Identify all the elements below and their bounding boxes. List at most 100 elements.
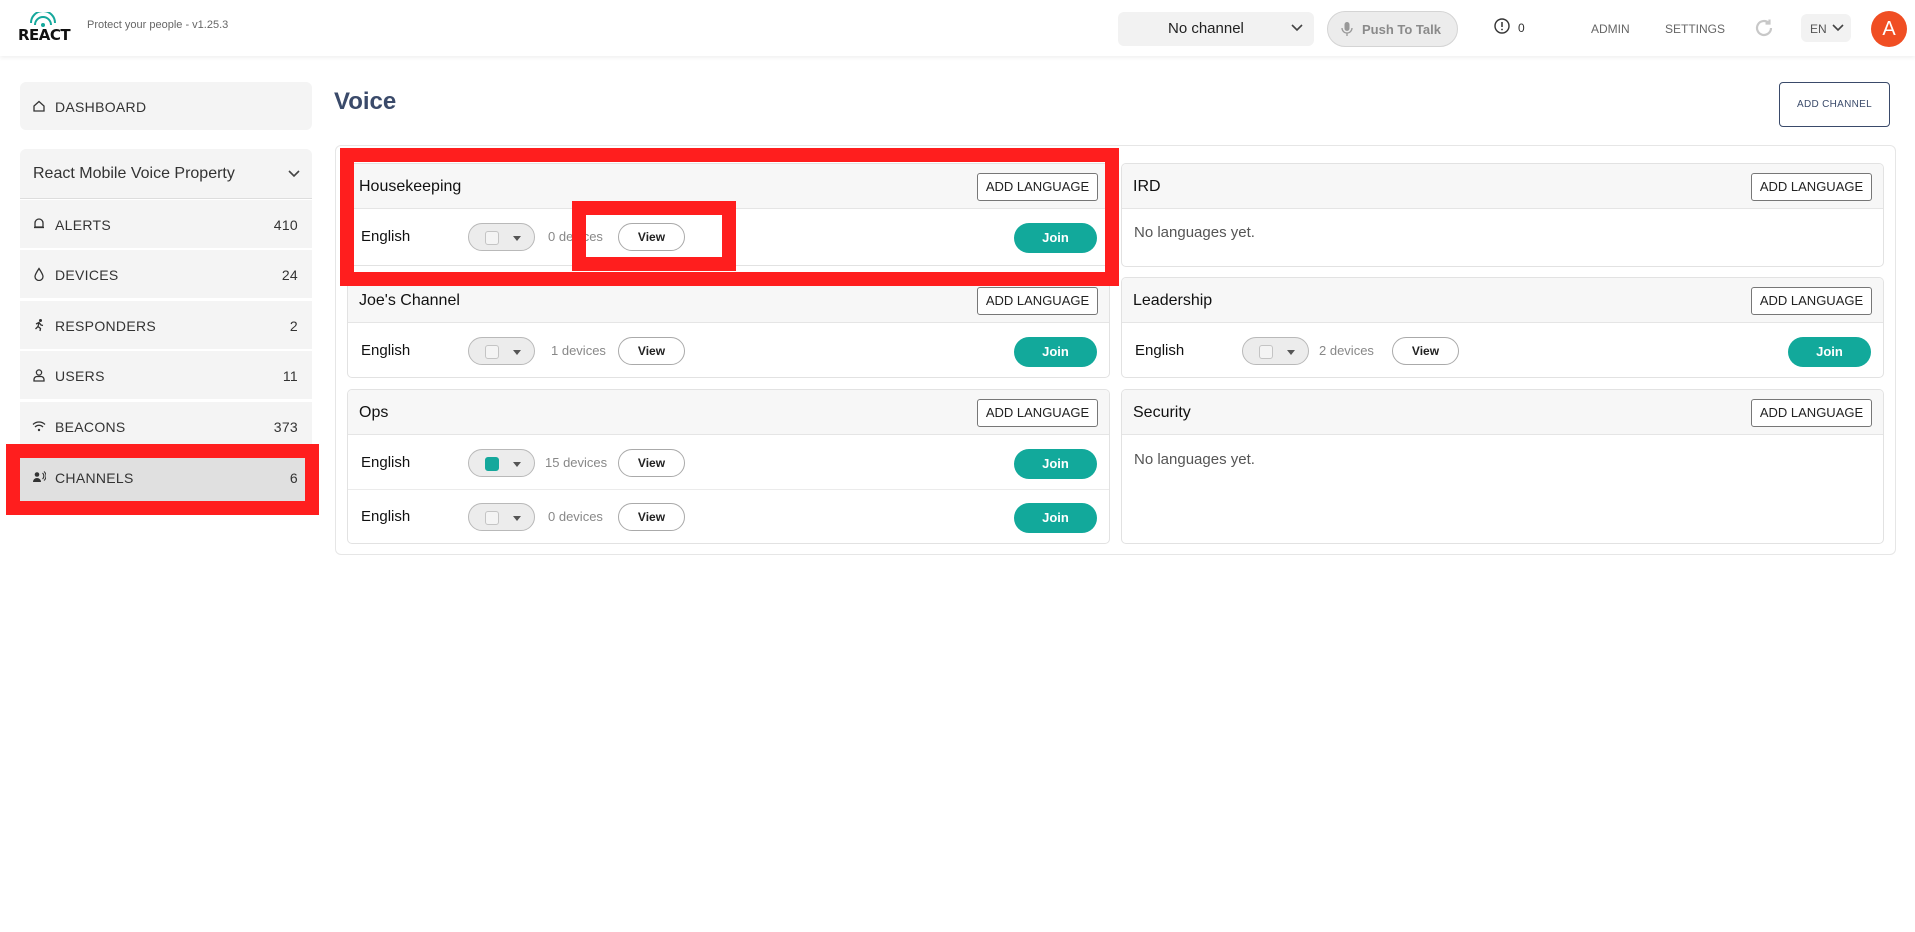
sidebar-item-channels[interactable]: CHANNELS 6 [20,453,312,501]
device-select[interactable] [468,449,535,477]
sidebar-item-dashboard[interactable]: DASHBOARD [20,82,312,130]
join-button[interactable]: Join [1014,337,1097,367]
add-language-button[interactable]: ADD LANGUAGE [1751,173,1872,201]
sidebar-item-label: ALERTS [55,217,112,233]
join-button[interactable]: Join [1788,337,1871,367]
alert-circle-icon [1494,18,1510,34]
react-logo[interactable]: REACT [18,12,71,44]
sidebar-item-count: 24 [281,267,298,283]
device-select[interactable] [468,223,535,251]
join-button[interactable]: Join [1014,503,1097,533]
caret-down-icon [513,516,521,521]
push-to-talk-label: Push To Talk [1362,22,1441,37]
logo-text: REACT [18,26,71,44]
sidebar-item-count: 2 [289,318,298,334]
top-bar: REACT Protect your people - v1.25.3 No c… [0,0,1915,56]
add-language-button[interactable]: ADD LANGUAGE [977,173,1098,201]
sidebar-item-label: RESPONDERS [55,318,157,334]
view-button[interactable]: View [618,503,685,531]
card-header: IRD ADD LANGUAGE [1122,164,1883,209]
checkbox-checked[interactable] [485,457,499,471]
sidebar-item-count: 373 [273,419,298,435]
add-language-button[interactable]: ADD LANGUAGE [977,287,1098,315]
sidebar-item-responders[interactable]: RESPONDERS 2 [20,301,312,349]
checkbox[interactable] [485,345,499,359]
card-header: Ops ADD LANGUAGE [348,390,1109,435]
language-name: English [361,342,411,359]
card-header: Leadership ADD LANGUAGE [1122,278,1883,323]
channel-select[interactable]: No channel [1118,12,1314,46]
card-header: Security ADD LANGUAGE [1122,390,1883,435]
channel-name: Leadership [1133,292,1213,309]
language-name: English [1135,342,1185,359]
sidebar-item-label: DASHBOARD [55,99,147,115]
device-count: 0 devices [548,509,603,524]
checkbox[interactable] [485,231,499,245]
chevron-down-icon [1832,24,1844,32]
join-button[interactable]: Join [1014,449,1097,479]
sidebar-item-label: BEACONS [55,419,126,435]
sidebar-item-count: 6 [289,470,298,486]
alert-count-value: 0 [1518,21,1525,35]
checkbox[interactable] [1259,345,1273,359]
user-avatar[interactable]: A [1871,11,1907,47]
add-language-button[interactable]: ADD LANGUAGE [977,399,1098,427]
language-row: English 0 devices View Join [348,210,1109,263]
device-count: 15 devices [545,455,608,470]
add-language-button[interactable]: ADD LANGUAGE [1751,287,1872,315]
channel-name: IRD [1133,178,1161,195]
view-button[interactable]: View [1392,337,1459,365]
language-row: English 1 devices View Join [348,324,1109,377]
app-tagline: Protect your people - v1.25.3 [87,19,229,31]
sidebar-item-users[interactable]: USERS 11 [20,351,312,399]
view-button[interactable]: View [618,449,685,477]
device-count: 1 devices [551,343,606,358]
sidebar-item-devices[interactable]: DEVICES 24 [20,250,312,298]
settings-link[interactable]: SETTINGS [1665,22,1725,36]
device-select[interactable] [468,503,535,531]
add-language-button[interactable]: ADD LANGUAGE [1751,399,1872,427]
empty-languages-message: No languages yet. [1134,224,1255,241]
bell-icon [34,218,44,229]
sidebar-item-label: DEVICES [55,267,119,283]
refresh-icon[interactable] [1752,16,1776,40]
language-name: English [361,228,411,245]
view-button[interactable]: View [618,337,685,365]
view-button[interactable]: View [618,223,685,251]
channel-card-joes-channel: Joe's Channel ADD LANGUAGE English 1 dev… [347,277,1110,378]
add-channel-button[interactable]: ADD CHANNEL [1779,82,1890,127]
card-header: Housekeeping ADD LANGUAGE [348,164,1109,209]
device-select[interactable] [468,337,535,365]
user-icon [33,369,45,382]
sidebar-item-label: USERS [55,368,105,384]
push-to-talk-button[interactable]: Push To Talk [1327,11,1458,47]
channel-name: Housekeeping [359,178,462,195]
sidebar-item-alerts[interactable]: ALERTS 410 [20,200,312,248]
device-count: 0 devices [548,229,603,244]
language-row: English 15 devices View Join [348,436,1109,489]
channel-card-security: Security ADD LANGUAGE No languages yet. [1121,389,1884,544]
channel-name: Joe's Channel [359,292,460,309]
home-icon [33,100,45,112]
sidebar-item-beacons[interactable]: BEACONS 373 [20,402,312,450]
property-name: React Mobile Voice Property [33,165,235,182]
channel-card-leadership: Leadership ADD LANGUAGE English 2 device… [1121,277,1884,378]
device-select[interactable] [1242,337,1309,365]
language-name: English [361,454,411,471]
checkbox[interactable] [485,511,499,525]
channel-select-value: No channel [1168,20,1244,37]
language-select[interactable]: EN [1801,14,1851,42]
channel-card-ops: Ops ADD LANGUAGE English 15 devices View… [347,389,1110,544]
channels-panel: Housekeeping ADD LANGUAGE English 0 devi… [335,145,1896,555]
caret-down-icon [513,350,521,355]
caret-down-icon [513,462,521,467]
admin-link[interactable]: ADMIN [1591,22,1630,36]
channel-name: Ops [359,404,389,421]
language-row: English 2 devices View Join [1122,324,1883,377]
join-button[interactable]: Join [1014,223,1097,253]
language-row: English 0 devices View Join [348,489,1109,542]
property-select[interactable]: React Mobile Voice Property [20,149,312,199]
caret-down-icon [513,236,521,241]
wifi-icon [32,421,46,432]
chevron-down-icon [1291,24,1303,32]
